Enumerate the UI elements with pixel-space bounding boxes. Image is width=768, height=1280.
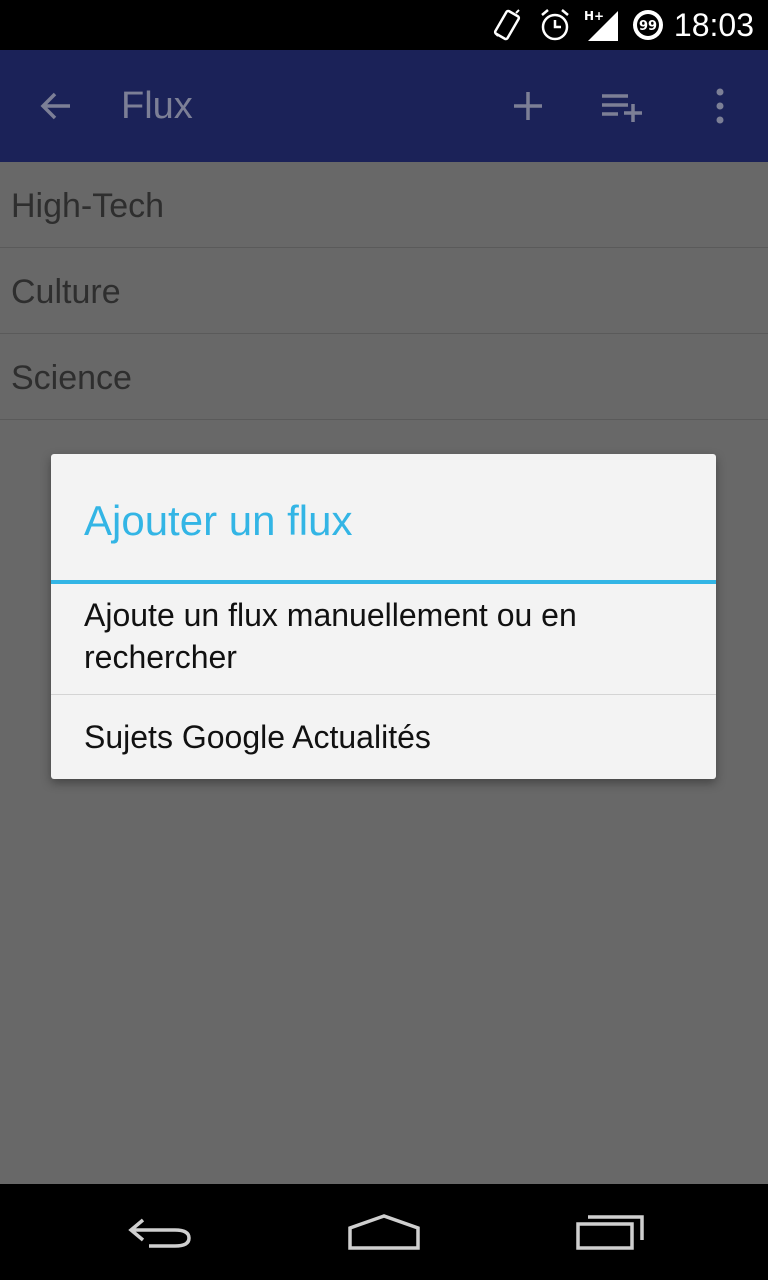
dialog-title: Ajouter un flux (84, 497, 353, 544)
status-bar: H+ 99 18:03 (0, 0, 768, 50)
nav-back-button[interactable] (110, 1184, 210, 1280)
list-item-label: Science (11, 359, 132, 397)
page-title: Flux (121, 85, 193, 127)
option-google-news-topics[interactable]: Sujets Google Actualités (51, 716, 716, 766)
list-item-label: High-Tech (11, 187, 165, 225)
list-item[interactable]: Culture (0, 248, 768, 334)
list-item[interactable]: Science (0, 334, 768, 420)
nav-home-button[interactable] (334, 1184, 434, 1280)
add-to-list-icon (602, 94, 642, 122)
feed-list: High-Tech Culture Science (0, 162, 768, 420)
option-add-manually[interactable]: Ajoute un flux manuellement ou en recher… (51, 594, 716, 695)
option-label: Sujets Google Actualités (84, 719, 431, 755)
recent-apps-icon (576, 1215, 644, 1250)
nav-recent-apps-button[interactable] (560, 1184, 660, 1280)
overflow-menu-icon (716, 88, 724, 124)
svg-text:H+: H+ (584, 9, 604, 23)
back-icon (128, 1218, 191, 1248)
dialog-title-divider (51, 580, 716, 584)
battery-icon: 99 (630, 7, 666, 48)
back-arrow-icon (40, 92, 70, 120)
alarm-icon (538, 7, 572, 48)
add-feed-dialog: Ajouter un flux Ajoute un flux manuellem… (51, 454, 716, 779)
clock: 18:03 (673, 7, 754, 43)
svg-text:99: 99 (639, 19, 657, 34)
overflow-menu-button[interactable] (700, 50, 740, 162)
list-item-label: Culture (11, 273, 121, 311)
option-label: Ajoute un flux manuellement ou en recher… (84, 597, 577, 675)
back-button[interactable] (28, 50, 84, 162)
navigation-bar (0, 1184, 768, 1280)
vibrate-icon (492, 7, 522, 48)
home-icon (348, 1214, 420, 1250)
action-bar: Flux (0, 50, 768, 162)
add-to-list-button[interactable] (594, 50, 650, 162)
add-icon (514, 92, 542, 120)
add-button[interactable] (500, 50, 556, 162)
list-item[interactable]: High-Tech (0, 162, 768, 248)
signal-icon: H+ (584, 7, 620, 48)
